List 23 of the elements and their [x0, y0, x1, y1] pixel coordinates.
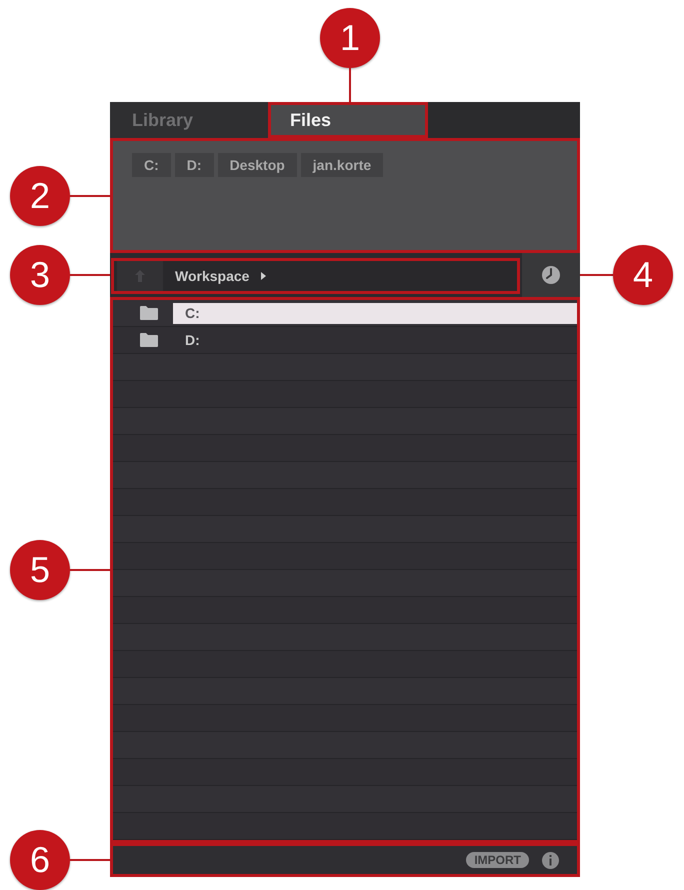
leader-line: [580, 274, 613, 276]
caret-icon[interactable]: [261, 272, 266, 280]
file-name[interactable]: C:: [173, 302, 577, 324]
favorite-chip[interactable]: C:: [132, 153, 171, 177]
info-icon[interactable]: [542, 852, 559, 868]
callout-number: 5: [10, 540, 70, 600]
favorite-chip[interactable]: Desktop: [218, 153, 297, 177]
callout-number: 4: [613, 245, 673, 305]
folder-icon: [140, 333, 158, 347]
leader-line: [349, 68, 351, 102]
file-row[interactable]: C:: [113, 300, 577, 327]
callout-number: 6: [10, 830, 70, 890]
import-button[interactable]: IMPORT: [466, 852, 529, 868]
favorite-chip[interactable]: jan.korte: [300, 153, 384, 177]
favorite-chip[interactable]: D:: [174, 153, 214, 177]
folder-icon: [140, 306, 158, 320]
clock-icon[interactable]: [542, 266, 560, 284]
tab[interactable]: Files: [268, 102, 428, 138]
file-name[interactable]: D:: [173, 330, 577, 350]
callout-number: 3: [10, 245, 70, 305]
breadcrumb-item[interactable]: Workspace: [175, 268, 250, 284]
callout-number: 1: [320, 8, 380, 68]
callout-number: 2: [10, 166, 70, 226]
